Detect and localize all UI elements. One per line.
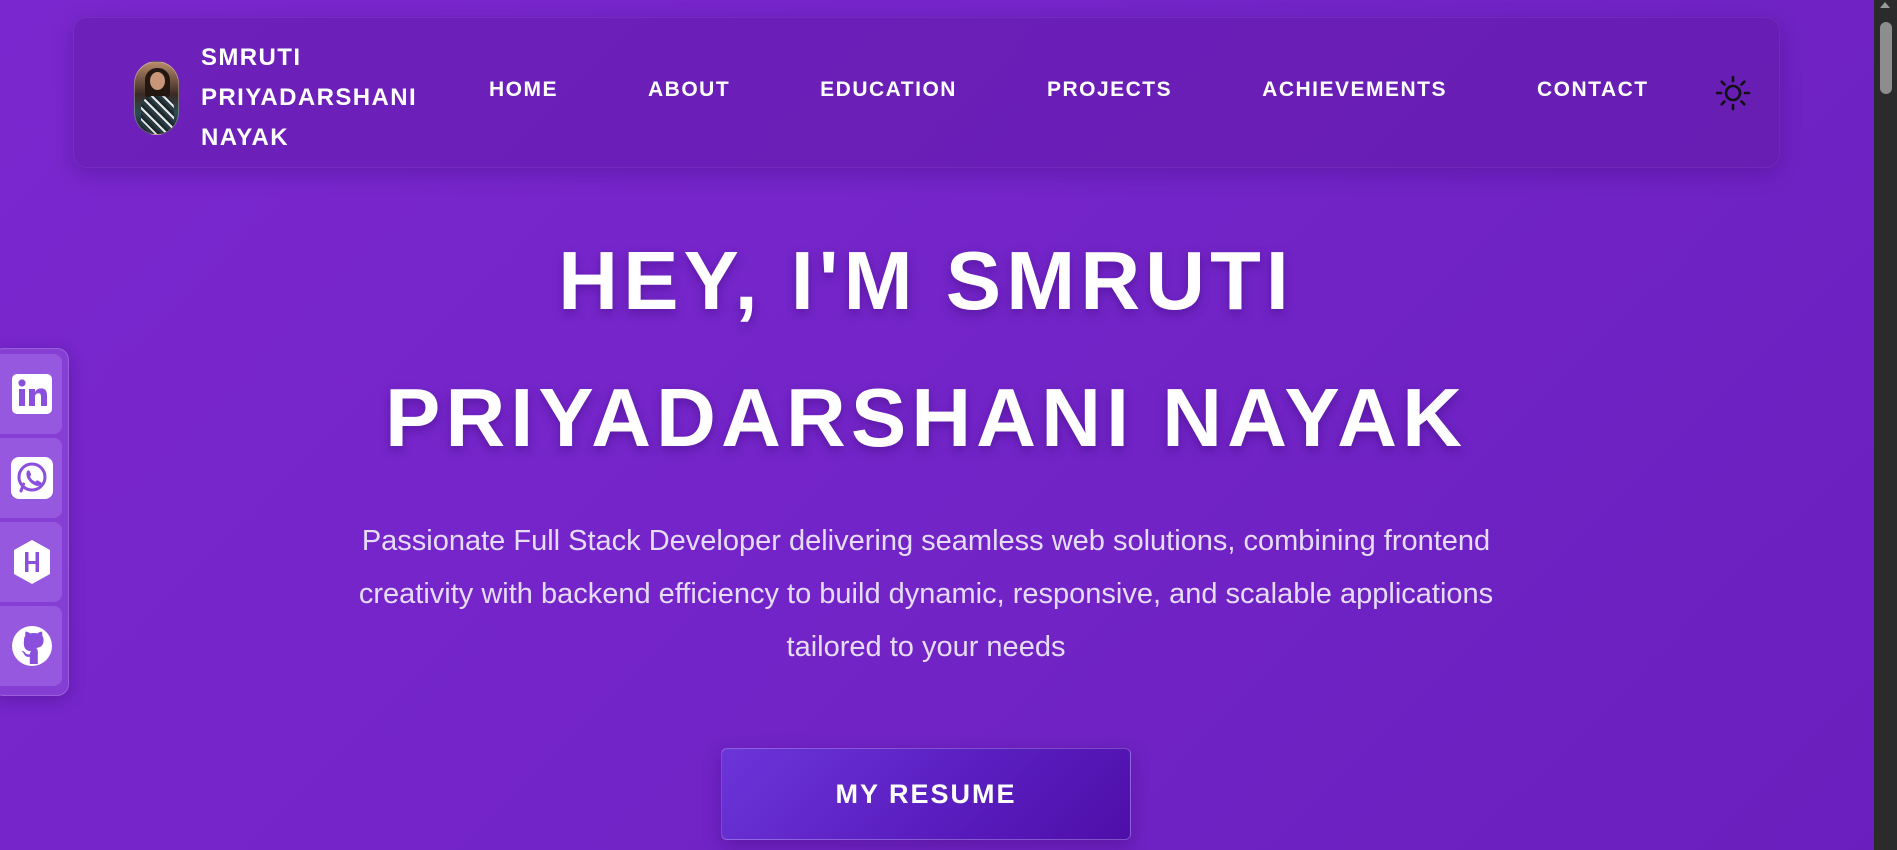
avatar-body bbox=[141, 96, 174, 134]
page-scrollbar[interactable] bbox=[1874, 0, 1897, 850]
brand-name-line-1: SMRUTI bbox=[201, 44, 302, 71]
nav-link-home[interactable]: HOME bbox=[489, 78, 558, 102]
nav-link-projects[interactable]: PROJECTS bbox=[1047, 78, 1172, 102]
nav-link-education[interactable]: EDUCATION bbox=[820, 78, 957, 102]
scroll-up-arrow-icon[interactable] bbox=[1880, 2, 1890, 8]
nav-link-contact[interactable]: CONTACT bbox=[1537, 78, 1649, 102]
brand[interactable]: SMRUTI PRIYADARSHANI NAYAK bbox=[134, 38, 431, 158]
brand-name: SMRUTI PRIYADARSHANI NAYAK bbox=[201, 38, 431, 158]
nav-link-about[interactable]: ABOUT bbox=[648, 78, 730, 102]
hero-title-line-2: PRIYADARSHANI NAYAK bbox=[384, 371, 1468, 464]
hero-description: Passionate Full Stack Developer deliveri… bbox=[358, 525, 1494, 663]
hero-title-line-1: HEY, I'M SMRUTI bbox=[558, 234, 1294, 327]
resume-button[interactable]: MY RESUME bbox=[721, 748, 1131, 840]
social-hackerrank-button[interactable] bbox=[0, 522, 62, 602]
sun-icon bbox=[1715, 75, 1751, 111]
brand-name-line-2: PRIYADARSHANI bbox=[201, 84, 418, 111]
github-icon bbox=[11, 626, 52, 666]
avatar-face bbox=[150, 72, 165, 90]
hackerrank-icon bbox=[13, 540, 50, 584]
navbar: SMRUTI PRIYADARSHANI NAYAK HOME ABOUT ED… bbox=[73, 17, 1780, 168]
hero-title: HEY, I'M SMRUTI PRIYADARSHANI NAYAK bbox=[0, 212, 1852, 486]
avatar bbox=[134, 61, 179, 135]
brand-name-line-3: NAYAK bbox=[201, 124, 289, 151]
theme-toggle-button[interactable] bbox=[1714, 74, 1752, 112]
nav-link-achievements[interactable]: ACHIEVEMENTS bbox=[1262, 78, 1447, 102]
social-github-button[interactable] bbox=[0, 606, 62, 686]
scrollbar-thumb[interactable] bbox=[1880, 22, 1892, 94]
nav-links: HOME ABOUT EDUCATION PROJECTS ACHIEVEMEN… bbox=[489, 78, 1649, 102]
